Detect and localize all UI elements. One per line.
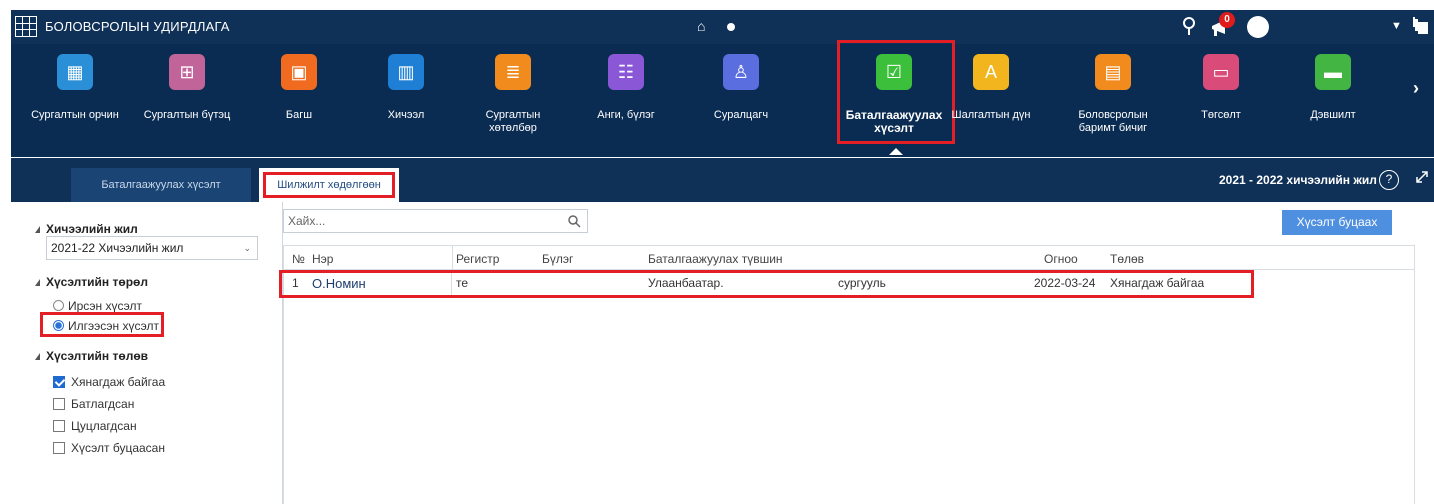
tab-strip: Баталгаажуулах хүсэлт Шилжилт хөдөлгөөн … xyxy=(11,158,1434,202)
chevron-down-icon: ⌄ xyxy=(243,243,251,253)
checkbox-cancelled[interactable]: Цуцлагдсан xyxy=(53,419,137,433)
notification-badge: 0 xyxy=(1219,12,1235,28)
module-label: Боловсролын баримт бичиг xyxy=(1078,109,1148,134)
apps-grid-icon[interactable] xyxy=(15,16,37,37)
radio-icon[interactable] xyxy=(53,300,64,311)
module-12[interactable]: ▬ Дэвшилт xyxy=(1283,44,1383,157)
module-6[interactable]: ☷ Анги, бүлэг xyxy=(576,44,676,157)
radio-incoming[interactable]: Ирсэн хүсэлт xyxy=(53,299,142,313)
type-section-title: Хүсэлтийн төрөл xyxy=(35,275,148,289)
module-label: Суралцагч xyxy=(713,109,769,121)
module-2[interactable]: ⊞ Сургалтын бүтэц xyxy=(137,44,237,157)
module-label: Сургалтын орчин xyxy=(31,109,119,121)
module-11[interactable]: ▭ Төгсөлт xyxy=(1171,44,1271,157)
checkbox-pending-label: Хянагдаж байгаа xyxy=(71,375,166,389)
checkbox-checked-icon[interactable] xyxy=(53,376,65,388)
radio-highlight xyxy=(40,312,164,337)
type-section-label: Хүсэлтийн төрөл xyxy=(46,275,149,289)
expand-icon[interactable] xyxy=(1415,170,1429,184)
checkbox-icon[interactable] xyxy=(53,398,65,410)
col-level[interactable]: Баталгаажуулах түвшин xyxy=(648,252,783,266)
col-register[interactable]: Регистр xyxy=(456,252,499,266)
col-no[interactable]: № xyxy=(292,252,305,266)
return-request-button[interactable]: Хүсэлт буцаах xyxy=(1282,210,1392,235)
module-ribbon: › ▦ Сургалтын орчин ⊞ Сургалтын бүтэц ▣ Багш ▥… xyxy=(11,40,1434,157)
year-section-label: Хичээлийн жил xyxy=(46,222,138,236)
col-name[interactable]: Нэр xyxy=(312,252,333,266)
module-label: Шалгалтын дүн xyxy=(951,109,1031,121)
status-dot-icon xyxy=(727,23,735,31)
checkbox-returned[interactable]: Хүсэлт буцаасан xyxy=(53,441,165,455)
help-icon[interactable]: ? xyxy=(1379,170,1399,190)
module-label: Багш xyxy=(285,109,313,121)
col-date[interactable]: Огноо xyxy=(1044,252,1078,266)
module-label: Баталгаажуулах хүсэлт xyxy=(845,108,943,135)
teacher-icon: ▣ xyxy=(281,54,317,90)
checkbox-returned-label: Хүсэлт буцаасан xyxy=(71,441,165,455)
module-9[interactable]: A Шалгалтын дүн xyxy=(941,44,1041,157)
group-icon: ☷ xyxy=(608,54,644,90)
school-year-label: 2021 - 2022 хичээлийн жил xyxy=(1219,173,1377,187)
cards-icon[interactable] xyxy=(1413,17,1429,35)
org-chart-icon: ⊞ xyxy=(169,54,205,90)
module-3[interactable]: ▣ Багш xyxy=(249,44,349,157)
module-label: Сургалтын бүтэц xyxy=(143,109,231,121)
avatar[interactable] xyxy=(1247,16,1269,38)
checkbox-pending[interactable]: Хянагдаж байгаа xyxy=(53,375,165,389)
row-highlight xyxy=(279,270,1254,298)
search-icon[interactable] xyxy=(1181,16,1199,36)
radio-incoming-label: Ирсэн хүсэлт xyxy=(68,299,143,313)
module-label: Төгсөлт xyxy=(1201,109,1241,121)
search-icon[interactable] xyxy=(567,214,581,228)
module-5[interactable]: ≣ Сургалтын хөтөлбөр xyxy=(463,44,563,157)
checkbox-approved[interactable]: Батлагдсан xyxy=(53,397,134,411)
grade-icon: A xyxy=(973,54,1009,90)
home-icon[interactable]: ⌂ xyxy=(697,18,705,34)
module-label: Хичээл xyxy=(387,109,425,121)
school-year-select[interactable]: 2021-22 Хичээлийн жил ⌄ xyxy=(46,236,258,260)
search-placeholder: Хайх... xyxy=(288,214,326,228)
checkbox-approved-label: Батлагдсан xyxy=(71,397,135,411)
module-label: Анги, бүлэг xyxy=(597,109,655,121)
module-10[interactable]: ▤ Боловсролын баримт бичиг xyxy=(1063,44,1163,157)
graduation-icon: ▭ xyxy=(1203,54,1239,90)
promotion-icon: ▬ xyxy=(1315,54,1351,90)
chevron-right-icon[interactable]: › xyxy=(1413,78,1419,99)
table-header: № Нэр Регистр Бүлэг Баталгаажуулах түвши… xyxy=(284,246,1414,270)
checkbox-icon[interactable] xyxy=(53,420,65,432)
student-icon: ♙ xyxy=(723,54,759,90)
module-label: Дэвшилт xyxy=(1310,109,1356,121)
module-7[interactable]: ♙ Суралцагч xyxy=(691,44,791,157)
module-4[interactable]: ▥ Хичээл xyxy=(356,44,456,157)
checkbox-cancelled-label: Цуцлагдсан xyxy=(71,419,137,433)
checkbox-icon[interactable] xyxy=(53,442,65,454)
approve-icon: ☑ xyxy=(876,54,912,90)
filter-sidebar: Хичээлийн жил 2021-22 Хичээлийн жил ⌄ Хү… xyxy=(11,202,283,504)
module-1[interactable]: ▦ Сургалтын орчин xyxy=(25,44,125,157)
year-section-title: Хичээлийн жил xyxy=(35,222,138,236)
document-icon: ▤ xyxy=(1095,54,1131,90)
status-section-label: Хүсэлтийн төлөв xyxy=(46,349,149,363)
col-status[interactable]: Төлөв xyxy=(1110,252,1144,266)
status-section-title: Хүсэлтийн төлөв xyxy=(35,349,148,363)
books-icon: ≣ xyxy=(495,54,531,90)
tab-verification-requests[interactable]: Баталгаажуулах хүсэлт xyxy=(71,168,251,202)
app-title: БОЛОВСРОЛЫН УДИРДЛАГА xyxy=(45,19,230,34)
top-bar: БОЛОВСРОЛЫН УДИРДЛАГА ⌂ 0 ▼ xyxy=(11,10,1434,44)
col-group[interactable]: Бүлэг xyxy=(542,252,573,266)
module-label: Сургалтын хөтөлбөр xyxy=(485,109,541,134)
tab-highlight xyxy=(263,172,395,198)
book-icon: ▥ xyxy=(388,54,424,90)
school-year-value: 2021-22 Хичээлийн жил xyxy=(51,241,184,255)
search-input[interactable]: Хайх... xyxy=(283,209,588,233)
chevron-down-icon[interactable]: ▼ xyxy=(1391,20,1402,32)
module-8[interactable]: ☑ Баталгаажуулах хүсэлт xyxy=(839,44,949,157)
building-icon: ▦ xyxy=(57,54,93,90)
